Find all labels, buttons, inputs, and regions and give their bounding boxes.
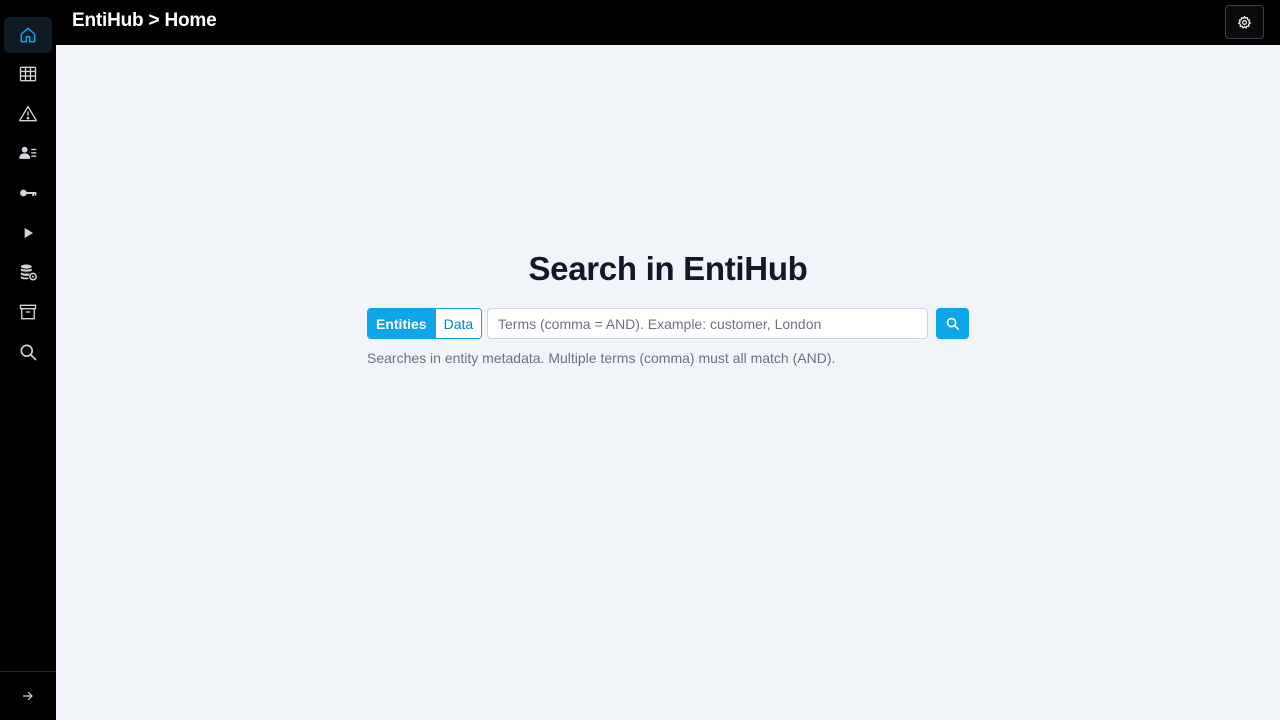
user-list-icon bbox=[19, 146, 37, 159]
table-icon bbox=[19, 66, 37, 82]
top-bar: EntiHub > Home bbox=[56, 0, 1280, 45]
sidebar-item-run[interactable] bbox=[4, 215, 52, 251]
toggle-entities-button[interactable]: Entities bbox=[368, 309, 435, 338]
arrow-right-icon bbox=[22, 691, 33, 701]
sidebar-item-search[interactable] bbox=[4, 334, 52, 370]
sidebar-expand-button[interactable] bbox=[4, 684, 52, 708]
sidebar-item-archive[interactable] bbox=[4, 294, 52, 330]
sidebar-item-alerts[interactable] bbox=[4, 96, 52, 132]
sidebar-item-keys[interactable] bbox=[4, 175, 52, 211]
search-submit-button[interactable] bbox=[936, 308, 969, 339]
settings-button[interactable] bbox=[1225, 5, 1264, 39]
play-icon bbox=[24, 228, 33, 238]
breadcrumb: EntiHub > Home bbox=[72, 10, 217, 31]
search-icon bbox=[946, 317, 959, 330]
archive-icon bbox=[19, 304, 37, 320]
warning-icon bbox=[19, 105, 37, 122]
sidebar bbox=[0, 0, 56, 720]
gear-icon bbox=[1238, 15, 1251, 29]
home-icon bbox=[20, 27, 36, 43]
main-content: Search in EntiHub Entities Data Searches… bbox=[56, 45, 1280, 720]
sidebar-item-users[interactable] bbox=[4, 135, 52, 171]
key-icon bbox=[20, 189, 37, 197]
sidebar-item-home[interactable] bbox=[4, 17, 52, 53]
page-title: Search in EntiHub bbox=[528, 250, 808, 287]
sidebar-divider bbox=[0, 671, 56, 672]
search-hint: Searches in entity metadata. Multiple te… bbox=[367, 350, 836, 366]
search-mode-toggle: Entities Data bbox=[367, 308, 483, 339]
sidebar-item-tables[interactable] bbox=[4, 56, 52, 92]
search-input[interactable] bbox=[487, 308, 928, 339]
search-icon bbox=[20, 344, 37, 361]
database-settings-icon bbox=[20, 264, 37, 281]
toggle-data-button[interactable]: Data bbox=[434, 309, 482, 338]
sidebar-item-database[interactable] bbox=[4, 254, 52, 290]
